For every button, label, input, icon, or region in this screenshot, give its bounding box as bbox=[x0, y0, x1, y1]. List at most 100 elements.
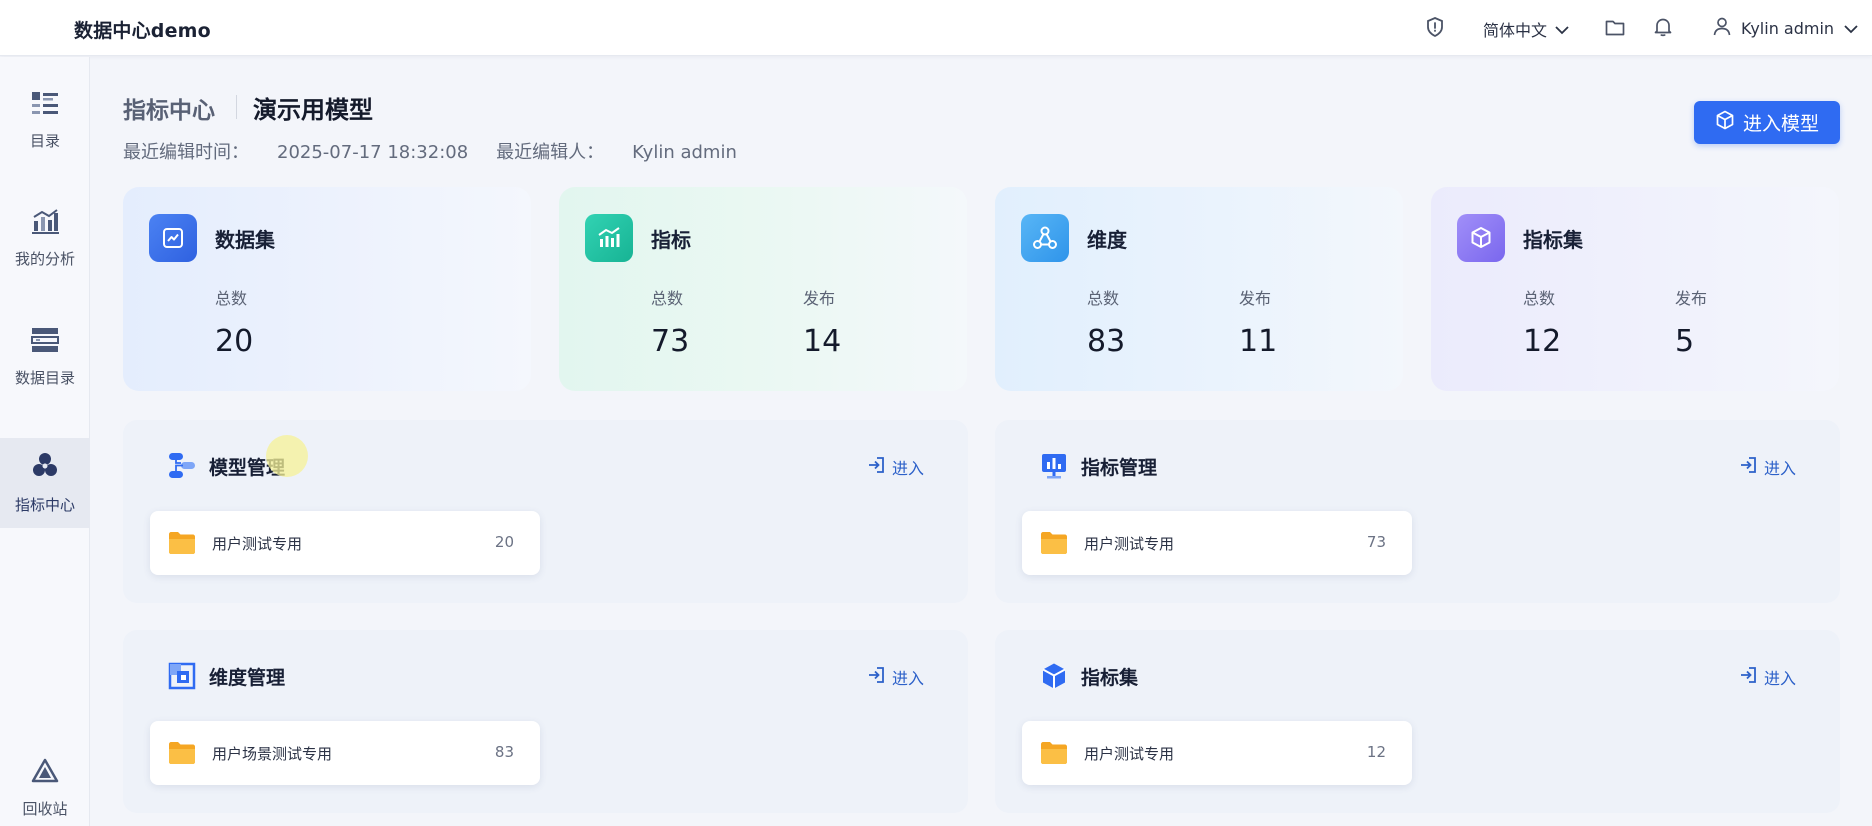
language-selector[interactable]: 简体中文 bbox=[1483, 17, 1569, 41]
folder-name: 用户测试专用 bbox=[1084, 535, 1175, 553]
dimension-nodes-icon bbox=[1021, 214, 1069, 262]
sidebar-item-label: 目录 bbox=[29, 131, 60, 150]
cursor-highlight bbox=[266, 435, 308, 477]
folder-icon bbox=[1041, 532, 1067, 554]
login-arrow-icon bbox=[867, 456, 885, 478]
app-title: 数据中心demo bbox=[74, 20, 211, 42]
metrics-cube-icon bbox=[31, 452, 59, 484]
folder-card[interactable]: 用户测试专用 20 bbox=[150, 511, 540, 575]
sidebar-item-data-catalog[interactable]: 数据目录 bbox=[0, 312, 90, 402]
folder-card[interactable]: 用户测试专用 12 bbox=[1022, 721, 1412, 785]
sidebar-item-recycle-bin[interactable]: 回收站 bbox=[0, 743, 90, 826]
stat-card-metrics[interactable]: 指标 总数 73 发布 14 bbox=[559, 187, 967, 391]
catalog-list-icon bbox=[31, 90, 59, 120]
shield-icon[interactable] bbox=[1424, 16, 1446, 38]
enter-link[interactable]: 进入 bbox=[1739, 455, 1796, 479]
data-catalog-icon bbox=[31, 327, 59, 357]
language-label: 简体中文 bbox=[1483, 21, 1548, 40]
folder-card[interactable]: 用户场景测试专用 83 bbox=[150, 721, 540, 785]
folder-name: 用户测试专用 bbox=[1084, 745, 1175, 763]
sidebar-item-label: 回收站 bbox=[22, 799, 68, 818]
sidebar-item-my-analysis[interactable]: 我的分析 bbox=[0, 193, 90, 283]
panel-model-management: 模型管理 进入 用户测试专用 20 bbox=[123, 420, 968, 603]
folder-icon bbox=[169, 742, 195, 764]
folder-count: 73 bbox=[1366, 533, 1386, 551]
enter-model-button[interactable]: 进入模型 bbox=[1694, 101, 1840, 144]
enter-label: 进入 bbox=[1763, 459, 1796, 478]
total-value: 73 bbox=[651, 324, 690, 359]
enter-link[interactable]: 进入 bbox=[867, 455, 924, 479]
panel-metric-management: 指标管理 进入 用户测试专用 73 bbox=[995, 420, 1840, 603]
breadcrumb-divider bbox=[236, 95, 237, 119]
sidebar-item-catalog[interactable]: 目录 bbox=[0, 75, 90, 165]
sidebar-item-label: 指标中心 bbox=[14, 495, 75, 514]
enter-model-label: 进入模型 bbox=[1742, 113, 1819, 135]
recycle-bin-icon bbox=[31, 758, 59, 788]
folder-icon[interactable] bbox=[1604, 16, 1626, 38]
sidebar: 目录 我的分析 数据目录 指标中心 回收站 bbox=[0, 57, 90, 826]
panel-title: 维度管理 bbox=[209, 667, 286, 689]
user-icon bbox=[1713, 17, 1731, 40]
folder-icon bbox=[1041, 742, 1067, 764]
editor-value: Kylin admin bbox=[632, 142, 737, 163]
dataset-chart-icon bbox=[149, 214, 197, 262]
sidebar-item-label: 数据目录 bbox=[14, 368, 75, 387]
total-label: 总数 bbox=[1087, 289, 1120, 308]
total-label: 总数 bbox=[1523, 289, 1556, 308]
total-value: 20 bbox=[215, 324, 254, 359]
folder-name: 用户场景测试专用 bbox=[212, 745, 333, 763]
panel-title: 指标集 bbox=[1081, 667, 1139, 689]
login-arrow-icon bbox=[867, 666, 885, 688]
analysis-chart-icon bbox=[31, 208, 59, 238]
chevron-down-icon bbox=[1844, 19, 1858, 38]
cube-outline-icon bbox=[1715, 110, 1735, 135]
published-value: 11 bbox=[1239, 324, 1278, 359]
stat-name: 指标集 bbox=[1523, 228, 1583, 252]
enter-label: 进入 bbox=[891, 459, 924, 478]
published-label: 发布 bbox=[1239, 289, 1272, 308]
metric-trend-icon bbox=[585, 214, 633, 262]
dimension-frame-icon bbox=[167, 661, 197, 691]
folder-count: 20 bbox=[494, 533, 514, 551]
enter-label: 进入 bbox=[891, 669, 924, 688]
published-value: 5 bbox=[1675, 324, 1695, 359]
enter-label: 进入 bbox=[1763, 669, 1796, 688]
panel-dimension-management: 维度管理 进入 用户场景测试专用 83 bbox=[123, 630, 968, 813]
total-value: 83 bbox=[1087, 324, 1126, 359]
published-value: 14 bbox=[803, 324, 842, 359]
panel-title: 指标管理 bbox=[1081, 457, 1158, 479]
top-bar: 数据中心demo 简体中文 Kylin admin bbox=[0, 0, 1872, 56]
username-label: Kylin admin bbox=[1741, 19, 1835, 38]
edit-time-label: 最近编辑时间： bbox=[123, 142, 249, 163]
total-label: 总数 bbox=[215, 289, 248, 308]
total-label: 总数 bbox=[651, 289, 684, 308]
enter-link[interactable]: 进入 bbox=[1739, 665, 1796, 689]
monitor-chart-icon bbox=[1039, 451, 1069, 481]
stat-card-dataset[interactable]: 数据集 总数 20 bbox=[123, 187, 531, 391]
metric-set-cube-icon bbox=[1457, 214, 1505, 262]
bell-icon[interactable] bbox=[1652, 16, 1674, 38]
sidebar-item-metrics-center[interactable]: 指标中心 bbox=[0, 438, 90, 528]
editor-label: 最近编辑人： bbox=[496, 142, 605, 163]
stat-name: 数据集 bbox=[215, 228, 275, 252]
enter-link[interactable]: 进入 bbox=[867, 665, 924, 689]
published-label: 发布 bbox=[1675, 289, 1708, 308]
edit-time-value: 2025-07-17 18:32:08 bbox=[277, 142, 469, 163]
folder-icon bbox=[169, 532, 195, 554]
stat-card-metric-sets[interactable]: 指标集 总数 12 发布 5 bbox=[1431, 187, 1839, 391]
edit-meta: 最近编辑时间： 2025-07-17 18:32:08 最近编辑人： Kylin ad… bbox=[123, 138, 737, 164]
login-arrow-icon bbox=[1739, 456, 1757, 478]
edit-time-group: 最近编辑时间： 2025-07-17 18:32:08 bbox=[123, 142, 468, 163]
user-menu[interactable]: Kylin admin bbox=[1713, 17, 1858, 40]
breadcrumb-section[interactable]: 指标中心 bbox=[123, 91, 215, 125]
login-arrow-icon bbox=[1739, 666, 1757, 688]
model-flow-icon bbox=[167, 451, 197, 481]
published-label: 发布 bbox=[803, 289, 836, 308]
chevron-down-icon bbox=[1555, 20, 1569, 39]
page-title: 演示用模型 bbox=[253, 96, 373, 124]
folder-count: 12 bbox=[1366, 743, 1386, 761]
metric-set-cube-icon bbox=[1039, 661, 1069, 691]
folder-card[interactable]: 用户测试专用 73 bbox=[1022, 511, 1412, 575]
total-value: 12 bbox=[1523, 324, 1562, 359]
stat-card-dimensions[interactable]: 维度 总数 83 发布 11 bbox=[995, 187, 1403, 391]
